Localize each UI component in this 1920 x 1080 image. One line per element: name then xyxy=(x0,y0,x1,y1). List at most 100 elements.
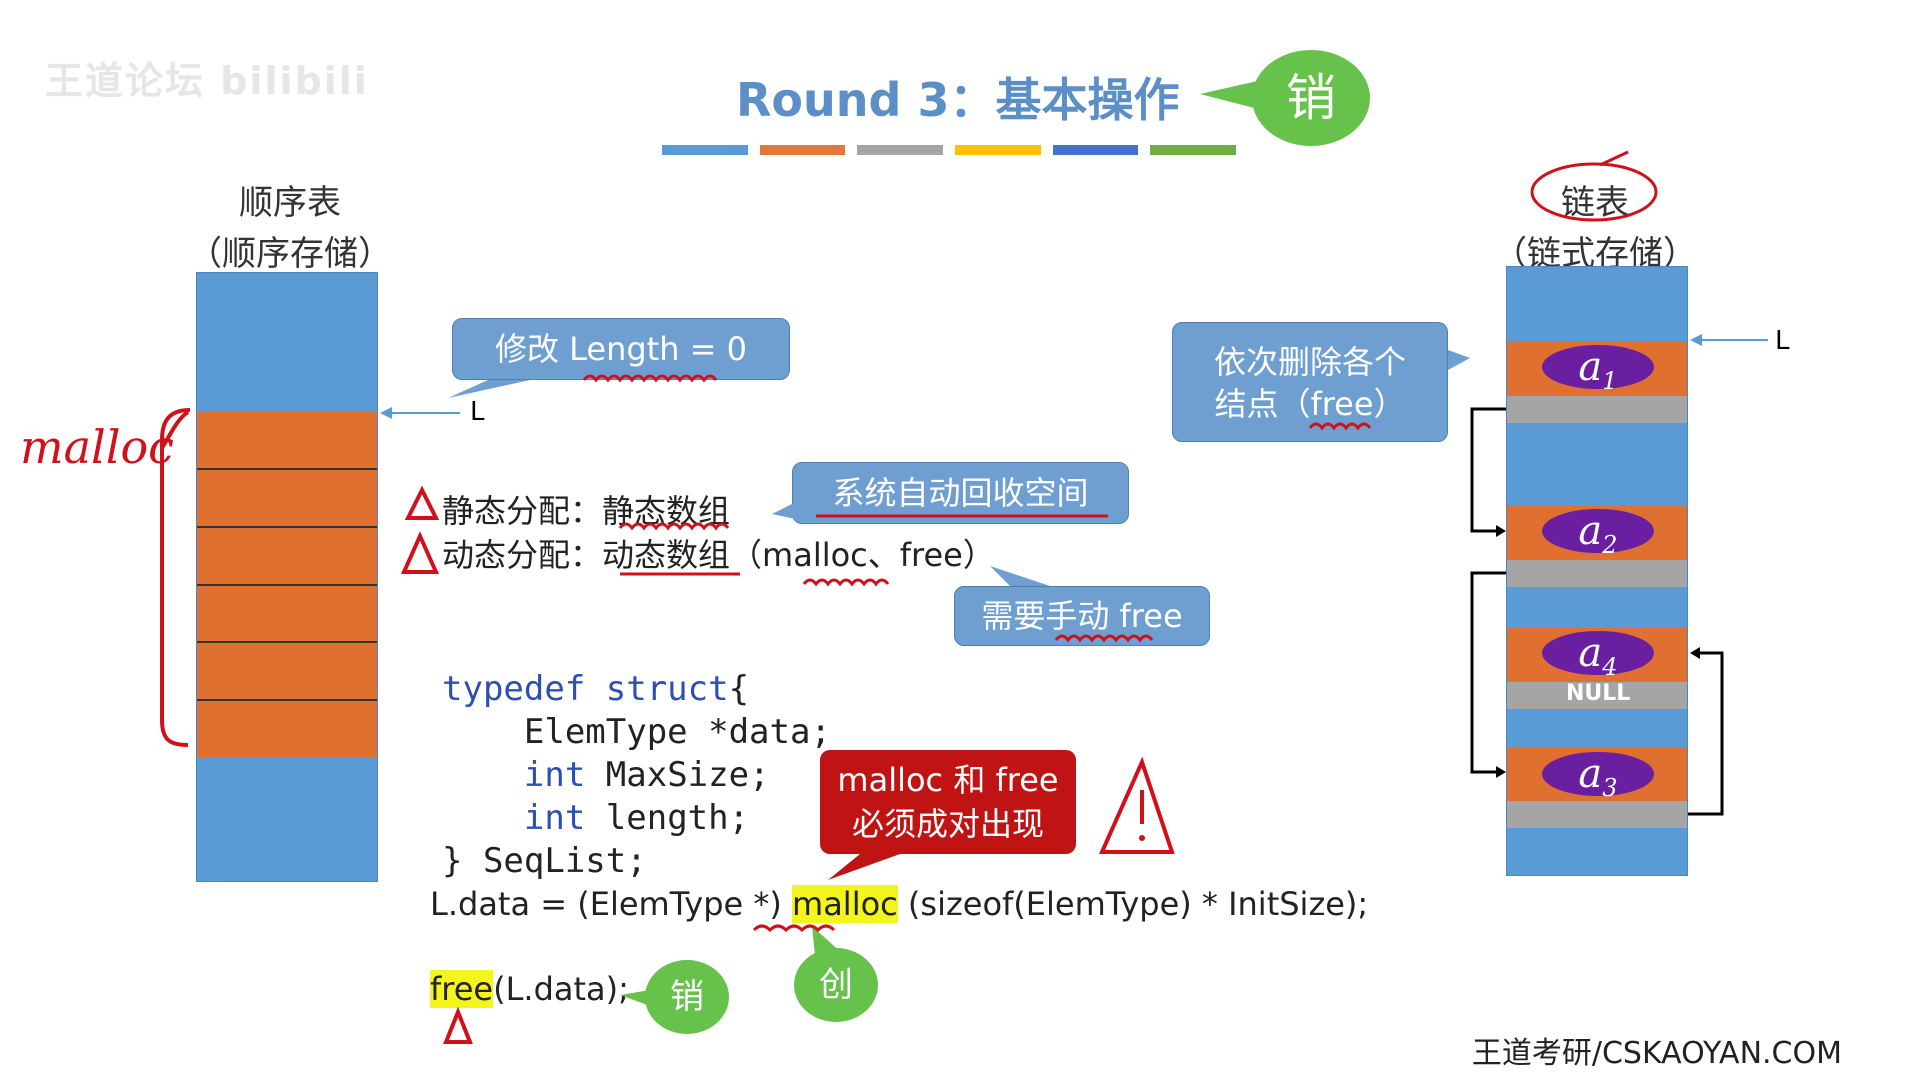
free-statement-args: (L.data); xyxy=(493,970,629,1008)
malloc-statement-suffix: (sizeof(ElemType) * InitSize); xyxy=(897,885,1369,923)
color-strip xyxy=(662,145,1237,155)
node-a1-label: a1 xyxy=(1542,344,1654,395)
delete-nodes-callout: 依次删除各个 结点（free） xyxy=(1172,322,1448,442)
link-a1-a2 xyxy=(1470,407,1506,533)
manual-free-tail xyxy=(990,566,1050,586)
title-destroy-badge: 销 xyxy=(1252,50,1370,146)
create-badge: 创 xyxy=(794,948,878,1022)
code-line-3: int MaxSize; xyxy=(442,754,831,797)
big-warning-triangle xyxy=(1098,756,1175,854)
linked-pointer-arrowhead xyxy=(1690,334,1702,346)
code-text: { xyxy=(728,669,750,709)
node-a3-label: a3 xyxy=(1542,751,1654,802)
link-a2-a3 xyxy=(1470,571,1506,774)
static-allocation-label: 静态分配： xyxy=(442,492,603,530)
pair-warning-line1: malloc 和 free xyxy=(837,761,1059,799)
link-a3-a4 xyxy=(1688,651,1724,816)
site-watermark: 王道考研/CSKAOYAN.COM xyxy=(1471,1036,1842,1071)
create-badge-text: 创 xyxy=(819,965,853,1005)
node-letter: a xyxy=(1578,751,1603,797)
length-callout-tail xyxy=(448,380,530,398)
auto-reclaim-callout-text: 系统自动回收空间 xyxy=(832,474,1089,512)
linked-list-title: 链表 （链式存储） xyxy=(1490,175,1700,275)
node-subscript: 3 xyxy=(1602,774,1618,802)
node-a4-label: a4 xyxy=(1542,630,1654,681)
slide: 王道论坛 bilibili Round 3：基本操作 销 顺序表 （顺序存储） … xyxy=(0,0,1920,1080)
dynamic-allocation-value: 动态数组 xyxy=(602,536,731,574)
pair-warning-line2: 必须成对出现 xyxy=(851,805,1044,843)
malloc-function: malloc xyxy=(792,885,898,923)
pair-callout-tail xyxy=(828,854,900,880)
malloc-statement-prefix: L.data = (ElemType *) xyxy=(430,885,793,923)
auto-reclaim-callout: 系统自动回收空间 xyxy=(792,462,1129,524)
static-allocation-line: 静态分配：静态数组 xyxy=(442,486,730,532)
manual-free-callout-text: 需要手动 free xyxy=(981,597,1183,635)
code-keyword: typedef struct xyxy=(442,669,729,709)
seq-list-title: 顺序表 （顺序存储） xyxy=(180,175,400,275)
node-a2-next xyxy=(1507,560,1687,587)
link-a1-a2-head xyxy=(1496,525,1506,537)
dynamic-warning-triangle xyxy=(400,531,440,574)
node-a3-next xyxy=(1507,801,1687,828)
cell-divider xyxy=(197,468,377,470)
seq-pointer-arrowhead xyxy=(380,407,392,419)
destroy-badge-text: 销 xyxy=(670,977,704,1017)
linked-title-check xyxy=(1599,150,1629,167)
strip-segment xyxy=(662,145,748,155)
strip-segment xyxy=(1052,145,1139,155)
code-line-1: typedef struct{ xyxy=(442,668,831,711)
seq-list-allocated-block xyxy=(197,411,377,757)
cell-divider xyxy=(197,526,377,528)
malloc-statement: L.data = (ElemType *) malloc (sizeof(Ele… xyxy=(430,885,1368,923)
title-destroy-badge-text: 销 xyxy=(1286,69,1336,127)
static-warning-triangle xyxy=(404,485,440,520)
node-subscript: 1 xyxy=(1602,367,1618,395)
delete-nodes-line2: 结点（free） xyxy=(1214,385,1406,423)
code-line-5: } SeqList; xyxy=(442,841,647,881)
malloc-handwritten-note: malloc xyxy=(20,420,174,474)
strip-segment xyxy=(857,145,944,155)
page-title: Round 3：基本操作 xyxy=(736,73,1180,127)
big-warning-dot xyxy=(1139,835,1145,841)
manual-free-callout: 需要手动 free xyxy=(954,586,1210,646)
cell-divider xyxy=(197,641,377,643)
strip-segment xyxy=(955,145,1041,155)
pair-warning-callout: malloc 和 free 必须成对出现 xyxy=(820,750,1076,854)
static-allocation-value: 静态数组 xyxy=(602,492,731,530)
strip-segment xyxy=(759,145,846,155)
free-warning-triangle xyxy=(443,1006,473,1044)
seq-list-title-line2: （顺序存储） xyxy=(188,234,392,274)
delete-callout-tail xyxy=(1448,350,1470,370)
node-subscript: 2 xyxy=(1602,531,1618,559)
cell-divider xyxy=(197,699,377,701)
code-line-2: ElemType *data; xyxy=(442,712,831,752)
node-subscript: 4 xyxy=(1602,653,1618,681)
null-label: NULL xyxy=(1566,681,1631,706)
node-letter: a xyxy=(1578,344,1603,390)
site-logo: 王道论坛 bilibili xyxy=(45,59,369,103)
node-a2-label: a2 xyxy=(1542,508,1654,559)
link-a2-a3-head xyxy=(1496,766,1506,778)
seq-list-title-line1: 顺序表 xyxy=(239,183,341,223)
strip-segment xyxy=(1150,145,1237,155)
dynamic-allocation-extra: （malloc、free） xyxy=(730,536,995,574)
code-text: length; xyxy=(585,798,750,838)
malloc-text-squiggle xyxy=(802,578,890,587)
malloc-call-squiggle xyxy=(752,924,836,933)
code-line-4: int length; xyxy=(442,797,831,840)
free-function: free xyxy=(430,970,494,1008)
cell-divider xyxy=(197,584,377,586)
linked-list-pointer-label: L xyxy=(1775,326,1790,356)
seq-list-memory xyxy=(196,272,378,882)
node-letter: a xyxy=(1578,508,1603,554)
code-keyword: int xyxy=(523,755,586,795)
dynamic-allocation-label: 动态分配： xyxy=(442,536,603,574)
node-a1-next xyxy=(1507,396,1687,423)
node-letter: a xyxy=(1578,630,1603,676)
code-keyword: int xyxy=(523,798,586,838)
free-statement: free(L.data); xyxy=(430,970,629,1008)
length-callout: 修改 Length = 0 xyxy=(452,318,790,380)
delete-nodes-line1: 依次删除各个 xyxy=(1213,343,1406,381)
seq-list-pointer-label: L xyxy=(470,397,485,427)
code-text: MaxSize; xyxy=(585,755,770,795)
